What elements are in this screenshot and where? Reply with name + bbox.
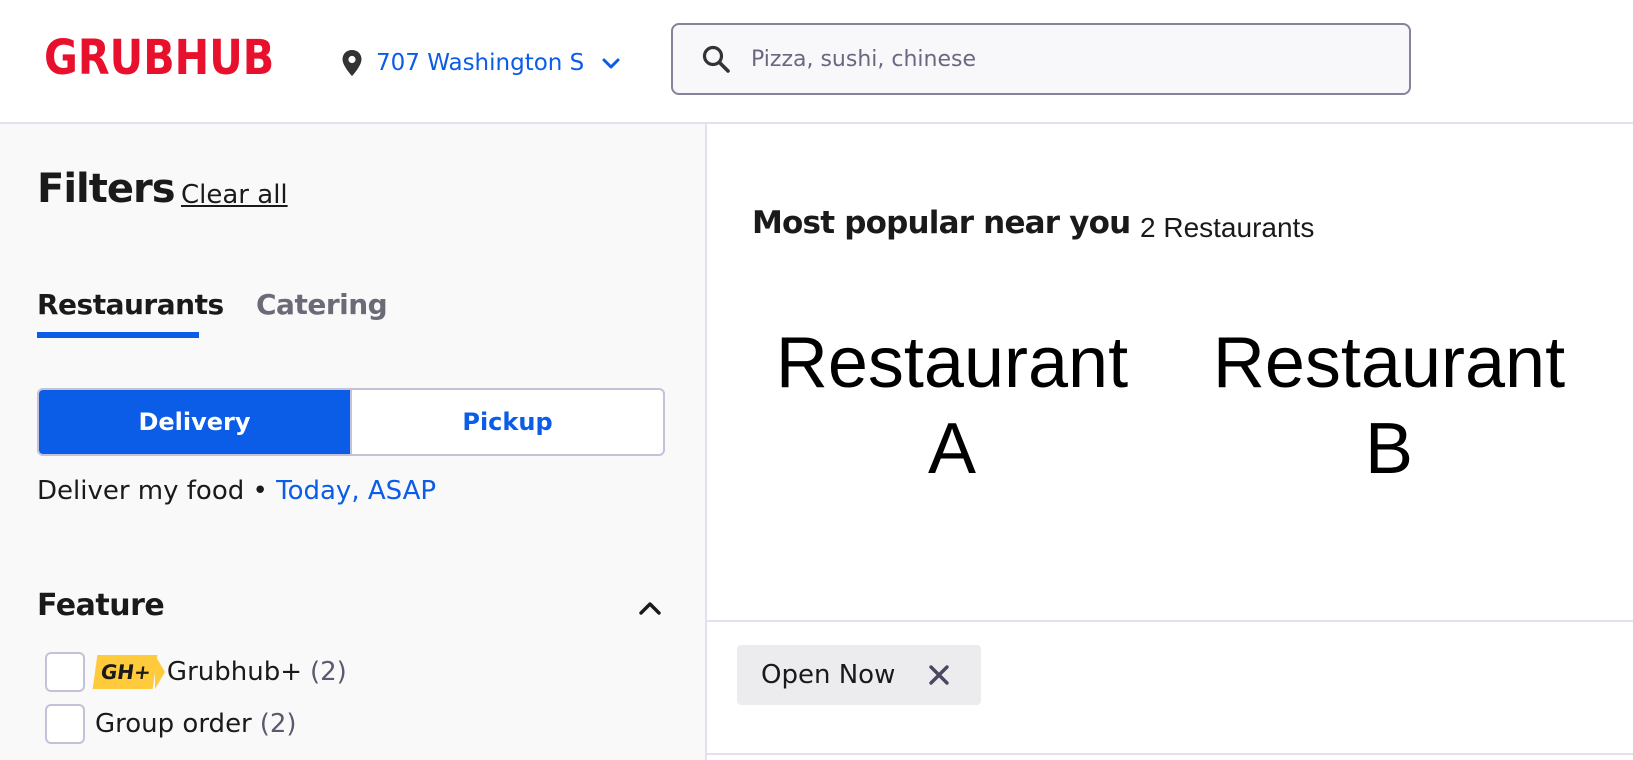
divider [707,753,1633,755]
restaurant-name-line1: Restaurant [1212,323,1566,403]
clear-all-link[interactable]: Clear all [181,180,288,210]
restaurant-card-a[interactable]: Restaurant A [752,320,1152,492]
feature-option-count: (2) [310,657,347,687]
delivery-button[interactable]: Delivery [39,390,350,454]
feature-option-grubhub-plus[interactable]: GH+ Grubhub+ (2) [45,652,347,692]
checkbox[interactable] [45,704,85,744]
delivery-time-link[interactable]: Today, ASAP [276,476,436,506]
chip-label: Open Now [761,660,896,690]
grubhub-logo[interactable]: GRUBHUB [44,30,274,86]
feature-option-label: Grubhub+ [166,657,302,687]
feature-option-label: Group order [95,709,252,739]
gh-plus-badge-text: GH+ [92,655,158,689]
grubhub-plus-badge: GH+ [92,655,165,689]
address-text: 707 Washington S [376,50,585,76]
search-input[interactable] [749,45,1389,73]
active-filter-chip[interactable]: Open Now [737,645,981,705]
chevron-down-icon [602,58,620,69]
top-header: GRUBHUB 707 Washington S [0,0,1633,124]
restaurant-name-line1: Restaurant [775,323,1129,403]
restaurant-count: 2 Restaurants [1140,212,1315,243]
search-bar[interactable] [671,23,1411,95]
section-heading: Most popular near you [752,205,1131,241]
restaurant-name-line2: A [927,409,977,489]
delivery-time-line: Deliver my food • Today, ASAP [37,476,436,506]
address-selector[interactable]: 707 Washington S [340,46,622,80]
chevron-up-icon[interactable] [636,594,664,622]
delivery-pickup-toggle: Delivery Pickup [37,388,665,456]
checkbox[interactable] [45,652,85,692]
close-icon[interactable] [927,663,951,687]
restaurant-card-b[interactable]: Restaurant B [1189,320,1589,492]
tab-catering[interactable]: Catering [256,288,388,321]
restaurant-name-line2: B [1364,409,1414,489]
divider [707,620,1633,622]
pickup-button[interactable]: Pickup [350,390,663,454]
feature-section-title: Feature [37,588,165,623]
feature-option-count: (2) [259,709,297,739]
tab-active-indicator [37,332,199,338]
filters-sidebar: Filters Clear all Restaurants Catering D… [0,124,707,760]
tab-restaurants[interactable]: Restaurants [37,288,224,321]
location-pin-icon [342,50,362,76]
filters-title: Filters [37,166,176,212]
feature-option-group-order[interactable]: Group order (2) [45,704,297,744]
search-icon [702,45,730,73]
delivery-time-label: Deliver my food • [37,476,277,506]
